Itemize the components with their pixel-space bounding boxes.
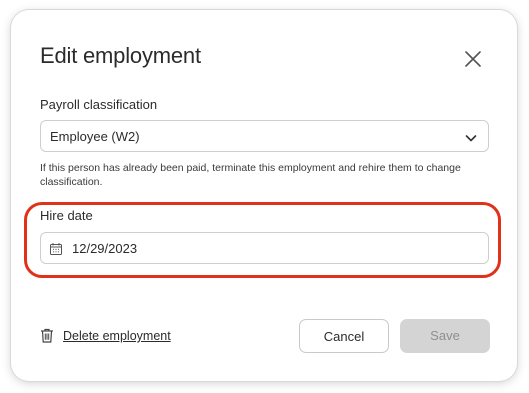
save-button[interactable]: Save xyxy=(400,319,490,353)
classification-help-text: If this person has already been paid, te… xyxy=(40,162,461,188)
trash-icon xyxy=(41,328,53,343)
hire-date-highlight xyxy=(24,202,501,278)
payroll-classification-select[interactable]: Employee (W2) xyxy=(40,120,489,152)
payroll-classification-value: Employee (W2) xyxy=(50,129,140,144)
dialog-title: Edit employment xyxy=(40,43,201,68)
delete-employment-label[interactable]: Delete employment xyxy=(63,329,171,343)
close-icon[interactable] xyxy=(461,47,485,71)
edit-employment-dialog: Edit employment Payroll classification E… xyxy=(11,10,517,381)
close-button[interactable] xyxy=(461,47,485,71)
cancel-button[interactable]: Cancel xyxy=(299,319,389,353)
chevron-down-icon xyxy=(465,135,477,142)
payroll-classification-label: Payroll classification xyxy=(40,97,158,112)
